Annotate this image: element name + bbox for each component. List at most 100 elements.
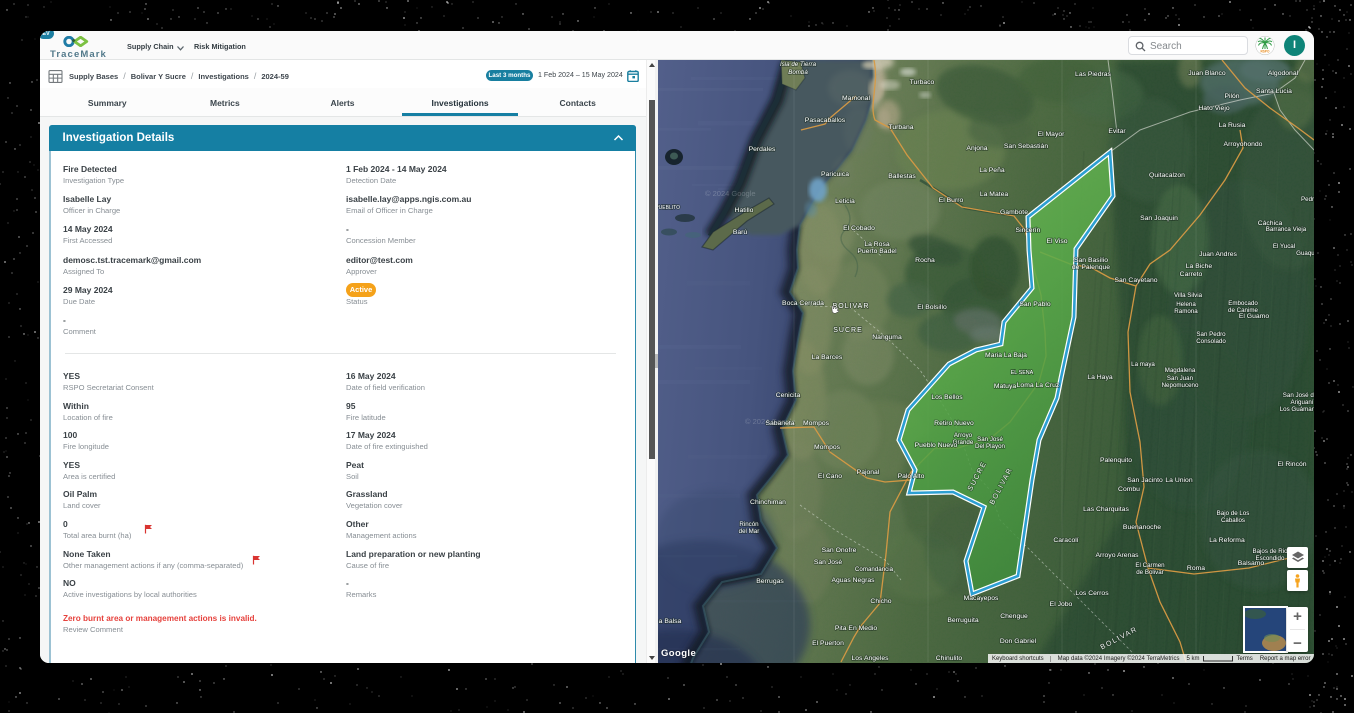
svg-text:Pedral: Pedral [1301,196,1314,203]
svg-text:Pita En Medio: Pita En Medio [835,625,878,632]
svg-text:La Rusia: La Rusia [1219,122,1246,129]
svg-text:Matuya: Matuya [994,383,1017,390]
svg-text:© 2024 Google: © 2024 Google [745,417,796,426]
svg-text:Rincón: Rincón [739,521,759,528]
svg-text:El Puerton: El Puerton [812,640,844,647]
svg-text:Arroyo: Arroyo [954,432,973,439]
svg-text:Boca Cerrada: Boca Cerrada [782,300,824,307]
svg-text:Nanguma: Nanguma [872,334,902,341]
svg-text:San Sebastián: San Sebastián [1004,143,1048,150]
svg-text:Mompos: Mompos [803,420,830,427]
svg-text:Buenanoche: Buenanoche [1123,524,1161,531]
svg-text:Nepomuceno: Nepomuceno [1162,382,1199,389]
svg-text:Gambote: Gambote [1000,209,1028,216]
svg-text:Bombá: Bombá [788,69,808,76]
svg-text:El Burro: El Burro [939,197,964,204]
svg-text:Isla de Tierra: Isla de Tierra [780,61,817,68]
svg-text:Paricuica: Paricuica [821,171,849,178]
svg-text:SUCRE: SUCRE [833,327,863,334]
svg-text:La Union: La Union [1165,477,1192,484]
svg-text:El Cano: El Cano [818,473,842,480]
svg-text:Algodonal: Algodonal [1268,70,1299,77]
svg-text:El Mayor: El Mayor [1038,131,1066,138]
svg-text:Loma La Cruz: Loma La Cruz [1017,382,1060,389]
svg-text:La Barces: La Barces [812,354,843,361]
svg-text:San Basilio: San Basilio [1074,257,1108,264]
svg-text:de Bolivar: de Bolivar [1136,569,1164,576]
svg-text:Mamonal: Mamonal [842,95,870,102]
svg-text:Cenicita: Cenicita [776,392,801,399]
svg-text:Las Piedras: Las Piedras [1075,71,1111,78]
svg-text:Anjona: Anjona [966,145,987,152]
svg-text:Ariguaní: Ariguaní [1290,399,1313,406]
svg-text:San José de: San José de [1283,392,1314,399]
svg-text:La Biche: La Biche [1186,263,1213,270]
svg-text:Palo Alto: Palo Alto [898,473,925,480]
svg-text:Arroyo Arenas: Arroyo Arenas [1095,552,1139,559]
svg-text:Arroyohondo: Arroyohondo [1224,141,1263,148]
svg-text:Pilón: Pilón [1224,93,1239,100]
svg-text:Berrugas: Berrugas [756,578,784,585]
svg-text:Chinchiman: Chinchiman [750,499,786,506]
svg-text:Pueblo Nuevo: Pueblo Nuevo [915,442,958,449]
svg-text:Magdalena: Magdalena [1165,367,1196,374]
svg-text:Chicho: Chicho [870,598,891,605]
svg-text:San Cayetano: San Cayetano [1114,277,1157,284]
svg-text:Aguas Negras: Aguas Negras [831,577,875,584]
svg-text:Perdales: Perdales [749,146,776,153]
svg-text:Retiro Nuevo: Retiro Nuevo [934,420,974,427]
svg-text:Juan Blanco: Juan Blanco [1188,70,1226,77]
svg-text:Evitar: Evitar [1108,128,1126,135]
svg-text:Rocha: Rocha [915,257,935,264]
svg-text:La Matea: La Matea [980,191,1009,198]
svg-text:Los Guámaros: Los Guámaros [1280,406,1314,413]
svg-text:RSPO: RSPO [1260,50,1270,54]
svg-text:Maria La Baja: Maria La Baja [985,352,1027,359]
svg-text:Del Playon: Del Playon [975,443,1005,450]
svg-text:San Onofre: San Onofre [822,547,857,554]
svg-text:Embocado: Embocado [1228,300,1258,307]
svg-text:Caballos: Caballos [1221,517,1245,524]
svg-text:Hato Viejo: Hato Viejo [1198,105,1229,112]
svg-text:San Pedro: San Pedro [1196,331,1226,338]
svg-text:La Reforma: La Reforma [1209,537,1245,544]
svg-text:Berruguita: Berruguita [947,617,979,624]
svg-text:Santa Lucia: Santa Lucia [1256,88,1292,95]
svg-text:Los Cerros: Los Cerros [1075,590,1109,597]
svg-text:Sincerín: Sincerín [1016,227,1041,234]
svg-text:Turbana: Turbana [888,124,913,131]
svg-text:Puerto Badel: Puerto Badel [857,248,897,255]
svg-text:San Juan: San Juan [1167,375,1194,382]
svg-text:La maya: La maya [1131,361,1155,368]
svg-text:Los Angeles: Los Angeles [851,655,889,662]
svg-text:San José: San José [977,436,1003,443]
svg-text:Los Bellos: Los Bellos [931,394,963,401]
svg-text:© 2024 Google: © 2024 Google [705,189,756,198]
svg-text:Chengue: Chengue [1000,613,1028,620]
svg-text:Roma: Roma [1187,565,1205,572]
svg-text:Consolado: Consolado [1196,338,1226,345]
svg-text:Chinulito: Chinulito [936,655,963,662]
svg-text:San José: San José [814,559,843,566]
svg-text:El Bolsillo: El Bolsillo [917,304,947,311]
svg-text:La Peña: La Peña [979,167,1005,174]
svg-text:Comandancia: Comandancia [855,566,894,573]
svg-text:Helena: Helena [1176,301,1196,308]
svg-text:Macayepos: Macayepos [964,595,999,602]
svg-text:Las Charquitas: Las Charquitas [1083,506,1129,513]
svg-text:Turbaco: Turbaco [910,79,935,86]
svg-text:Combu: Combu [1118,486,1140,493]
svg-text:Barranca Vieja: Barranca Vieja [1266,226,1307,233]
svg-text:Caracolí: Caracolí [1053,537,1078,544]
svg-text:a Balsa: a Balsa [659,618,682,625]
svg-text:Carreto: Carreto [1180,271,1203,278]
svg-text:Quitacalzon: Quitacalzon [1149,172,1185,179]
svg-text:El Yucal: El Yucal [1273,243,1295,250]
svg-text:Juan Andres: Juan Andres [1199,251,1237,258]
svg-text:El Cobado: El Cobado [843,225,875,232]
svg-text:El Guamo: El Guamo [1239,313,1269,320]
svg-text:San Jacinto: San Jacinto [1127,477,1163,484]
svg-text:de Palenque: de Palenque [1072,264,1110,271]
svg-text:Guaquirí: Guaquirí [1296,250,1314,257]
svg-text:Palenquito: Palenquito [1100,457,1132,464]
